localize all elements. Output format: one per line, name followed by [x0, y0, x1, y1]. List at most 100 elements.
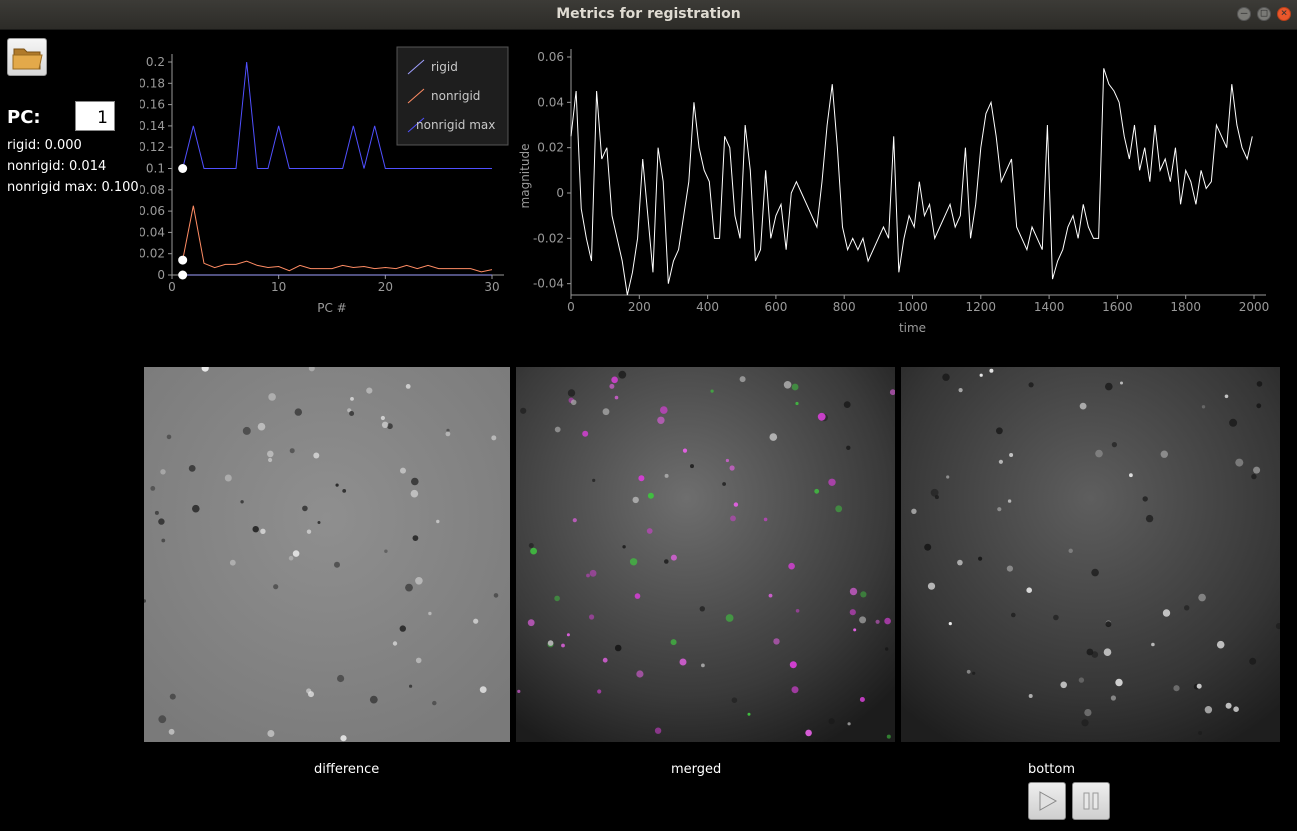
- cell-spot: [1110, 695, 1116, 701]
- minimize-icon: –: [1240, 6, 1248, 19]
- cell-spot: [160, 469, 166, 475]
- cell-spot: [158, 715, 167, 724]
- cell-spot: [342, 489, 347, 493]
- x-tick-label: 0: [168, 280, 176, 294]
- cell-spot: [1229, 418, 1238, 427]
- cell-spot: [768, 593, 773, 598]
- cell-spot: [229, 559, 236, 566]
- minimize-button[interactable]: –: [1237, 6, 1251, 21]
- cell-spot: [317, 521, 321, 524]
- cell-spot: [380, 415, 385, 421]
- cell-spot: [1251, 473, 1257, 480]
- cell-spot: [972, 671, 976, 675]
- cell-spot: [267, 730, 275, 737]
- pc-input[interactable]: [75, 101, 115, 131]
- cell-spot: [978, 556, 983, 561]
- cell-spot: [527, 619, 535, 627]
- x-tick-label: 30: [484, 280, 499, 294]
- cell-spot: [725, 458, 729, 463]
- y-tick-label: 0.02: [537, 141, 564, 155]
- cell-spot: [788, 562, 795, 570]
- cell-spot: [998, 459, 1003, 464]
- cell-spot: [567, 389, 576, 397]
- maximize-button[interactable]: □: [1257, 6, 1271, 21]
- cell-spot: [805, 729, 812, 737]
- bottom-image[interactable]: [901, 367, 1280, 742]
- selected-pc-marker: [178, 270, 188, 280]
- cell-spot: [589, 569, 597, 577]
- cell-spot: [1060, 681, 1067, 689]
- cell-spot: [1026, 587, 1032, 593]
- open-file-button[interactable]: [7, 38, 47, 76]
- x-tick-label: 800: [833, 300, 856, 314]
- x-tick-label: 1800: [1170, 300, 1201, 314]
- cell-spot: [257, 422, 266, 431]
- folder-icon: [12, 48, 43, 70]
- cell-spot: [682, 448, 688, 453]
- cell-spot: [334, 561, 340, 568]
- cell-spot: [1103, 648, 1112, 656]
- cell-spot: [517, 689, 521, 693]
- play-icon: [1039, 791, 1058, 811]
- cell-spot: [699, 606, 705, 612]
- cell-spot: [294, 408, 302, 416]
- x-axis-label: PC #: [317, 301, 346, 315]
- pause-button[interactable]: [1072, 782, 1110, 820]
- y-tick-label: 0: [157, 268, 165, 282]
- cell-spot: [773, 638, 780, 645]
- cell-spot: [747, 712, 751, 716]
- cell-spot: [710, 389, 714, 393]
- cell-spot: [242, 426, 251, 435]
- y-tick-label: 0.04: [140, 225, 165, 239]
- cell-spot: [660, 406, 668, 414]
- cell-spot: [405, 583, 413, 592]
- cell-spot: [618, 370, 627, 379]
- legend-label: nonrigid max: [416, 118, 495, 132]
- cell-spot: [306, 529, 312, 534]
- cell-spot: [493, 593, 499, 598]
- cell-spot: [670, 554, 677, 561]
- cell-spot: [260, 528, 266, 534]
- legend-label: rigid: [431, 60, 458, 74]
- cell-spot: [739, 376, 746, 383]
- series-nonrigid-line: [182, 205, 493, 273]
- cell-spot: [791, 383, 799, 391]
- cell-spot: [335, 483, 339, 487]
- y-tick-label: 0.16: [140, 98, 165, 112]
- close-button[interactable]: ×: [1277, 6, 1291, 21]
- cell-spot: [168, 728, 175, 735]
- cell-spot: [634, 593, 641, 599]
- cell-spot: [381, 421, 389, 428]
- y-tick-label: 0.18: [140, 76, 165, 90]
- cell-spot: [268, 457, 273, 463]
- cell-spot: [412, 535, 419, 541]
- merged-image[interactable]: [516, 367, 895, 742]
- cell-spot: [814, 488, 820, 494]
- pc-shift-chart[interactable]: 0 10 20 30 0 0.02 0.04 0.06 0.08 0.1 0.12 0.14 0.16 0…: [140, 40, 520, 345]
- cell-spot: [657, 416, 665, 424]
- cell-spot: [520, 407, 527, 414]
- cell-spot: [1162, 609, 1171, 617]
- cell-spot: [1256, 403, 1262, 409]
- cell-spot: [609, 383, 615, 389]
- close-icon: ×: [1280, 6, 1288, 19]
- play-button[interactable]: [1028, 782, 1066, 820]
- cell-spot: [410, 489, 419, 498]
- x-tick-label: 1200: [966, 300, 997, 314]
- cell-spot: [783, 381, 792, 389]
- cell-spot: [411, 477, 419, 486]
- cell-spot: [647, 492, 654, 499]
- cell-spot: [240, 500, 244, 504]
- cell-spot: [614, 395, 619, 400]
- cell-spot: [853, 628, 857, 632]
- magnitude-trace-chart[interactable]: 0 200 400 600 800 1000 1200 1400 1600 1800 2000 -0.…: [512, 40, 1297, 345]
- cell-spot: [646, 528, 653, 534]
- cell-spot: [150, 486, 156, 491]
- cell-spot: [1145, 514, 1154, 523]
- cell-spot: [1079, 402, 1087, 410]
- selected-pc-marker: [178, 164, 188, 173]
- cell-spot: [273, 584, 279, 590]
- cell-spot: [561, 643, 565, 648]
- difference-image[interactable]: [144, 367, 510, 742]
- cell-spot: [1204, 706, 1213, 714]
